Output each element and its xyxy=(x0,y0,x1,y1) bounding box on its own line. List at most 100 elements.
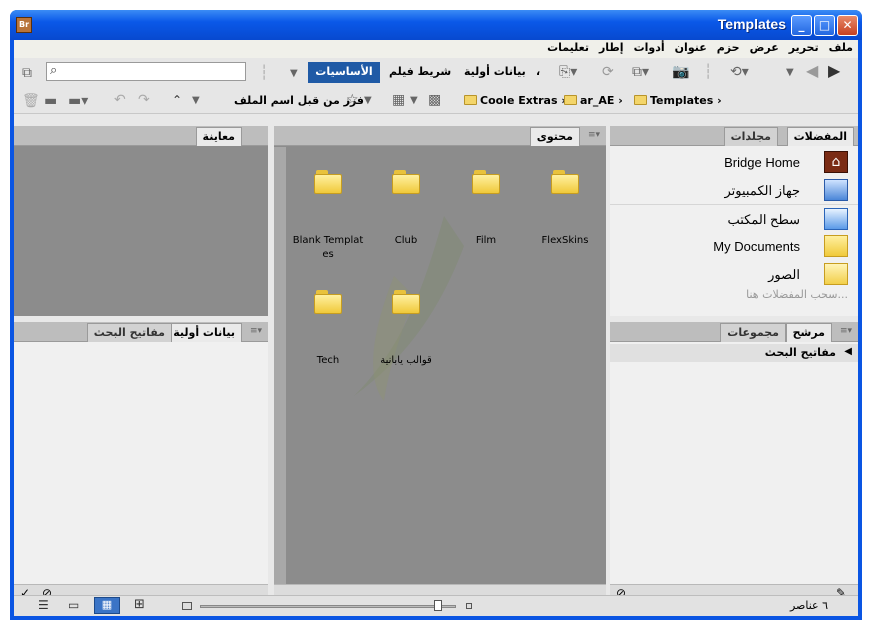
bridge-app-icon[interactable]: Br xyxy=(16,17,32,33)
rotate-left-icon[interactable]: ↶ xyxy=(114,92,126,108)
sort-label[interactable]: فرز من قبل اسم الملف xyxy=(234,94,364,107)
large-thumb-icon[interactable] xyxy=(466,603,472,609)
favorite-label: My Documents xyxy=(713,239,800,254)
favorite-computer[interactable]: جهاز الكمبيوتر xyxy=(610,176,858,204)
metadata-panel: ≡▾ بيانات أولية مفاتيح البحث xyxy=(14,322,268,584)
folder-icon xyxy=(564,95,577,105)
bridge-home-icon: ⌂ xyxy=(824,151,848,173)
workspace-more[interactable]: ، xyxy=(536,65,540,78)
folder-label: قوالب يابانية xyxy=(380,355,432,366)
tab-preview[interactable]: معاينة xyxy=(195,127,242,146)
grid-lock-icon[interactable]: ⊞ xyxy=(134,597,145,613)
new-folder-icon[interactable]: ▬ xyxy=(44,93,57,109)
workspace-essentials[interactable]: الأساسيات xyxy=(308,62,380,83)
favorite-pictures[interactable]: الصور xyxy=(610,260,858,288)
tab-folders[interactable]: مجلدات xyxy=(723,127,778,146)
camera-icon[interactable]: 📷 xyxy=(672,64,689,80)
tab-filter[interactable]: مرشح xyxy=(785,323,832,342)
favorites-panel: المفضلات مجلدات Bridge Home ⌂ جهاز الكمب… xyxy=(610,126,858,316)
rotate-right-icon[interactable]: ↷ xyxy=(138,92,150,108)
menu-label[interactable]: عنوان xyxy=(670,40,712,54)
tab-keywords[interactable]: مفاتيح البحث xyxy=(86,323,172,342)
tab-content[interactable]: محتوى xyxy=(529,127,580,146)
keywords-filter-header[interactable]: مفاتيح البحث ◀ xyxy=(610,344,858,362)
folder-icon xyxy=(824,235,848,257)
menu-view[interactable]: عرض xyxy=(745,40,784,54)
thumbnail-quality-icon[interactable]: ▦ xyxy=(392,92,405,108)
breadcrumb-label: ar_AE xyxy=(580,94,615,107)
quality-dropdown-icon[interactable]: ▼ xyxy=(410,93,418,109)
breadcrumb-templates[interactable]: Templates › xyxy=(634,94,722,107)
minimize-button[interactable]: _ xyxy=(791,15,812,36)
recent-icon[interactable]: ⟲▾ xyxy=(730,64,749,80)
favorite-label: سطح المكتب xyxy=(727,212,800,227)
ascending-icon[interactable]: ⌃ xyxy=(172,92,182,108)
status-bar: ☰ ▭ ▦ ⊞ ٦ عناصر xyxy=(14,595,858,616)
client-area: ملفتحريرعرضحزمعنوانأدواتإطارتعليمات ⧉ ⌕ … xyxy=(14,40,858,616)
rating-dropdown-icon[interactable]: ▼ xyxy=(364,93,372,109)
view-list-icon[interactable]: ☰ xyxy=(38,597,49,613)
view-thumbnails-button[interactable]: ▦ xyxy=(94,597,120,614)
get-photos-icon[interactable]: ⧉▾ xyxy=(632,64,649,80)
panel-menu-icon[interactable]: ≡▾ xyxy=(248,326,264,338)
folder-label: Club xyxy=(394,235,418,246)
menu-edit[interactable]: تحرير xyxy=(784,40,824,54)
workspace-filmstrip[interactable]: شريط فيلم xyxy=(389,65,451,78)
folder-icon xyxy=(472,170,500,194)
favorite-bridge-home[interactable]: Bridge Home ⌂ xyxy=(610,148,858,176)
separator-icon: ┆ xyxy=(260,65,269,81)
tab-collections[interactable]: مجموعات xyxy=(720,323,786,342)
breadcrumb-coole-extras[interactable]: Coole Extras › xyxy=(464,94,566,107)
slider-thumb[interactable] xyxy=(434,600,442,611)
breadcrumb-ar-ae[interactable]: ar_AE › xyxy=(564,94,623,107)
close-button[interactable]: ✕ xyxy=(837,15,858,36)
favorites-tabstrip: المفضلات مجلدات xyxy=(610,126,858,146)
maximize-button[interactable]: □ xyxy=(814,15,835,36)
folder-icon xyxy=(314,290,342,314)
view-details-icon[interactable]: ▭ xyxy=(68,597,79,613)
menu-window[interactable]: إطار xyxy=(594,40,629,54)
open-recent-icon[interactable]: ▬▾ xyxy=(68,93,88,109)
favorite-label: جهاز الكمبيوتر xyxy=(724,183,801,198)
menu-tools[interactable]: أدوات xyxy=(629,40,670,54)
workspace-metadata[interactable]: بيانات أولية xyxy=(464,65,526,78)
favorite-label: Bridge Home xyxy=(724,155,800,170)
application-bar: ⧉ ⌕ ┆ ▼ الأساسيات شريط فيلم بيانات أولية… xyxy=(14,58,858,88)
workspace-dropdown-icon[interactable]: ▼ xyxy=(290,66,298,82)
folder-icon xyxy=(392,170,420,194)
pictures-folder-icon xyxy=(824,263,848,285)
content-tabstrip: ≡▾ محتوى xyxy=(274,126,606,146)
refine-icon[interactable]: ⟳ xyxy=(602,64,614,80)
folder-icon xyxy=(464,95,477,105)
panel-menu-icon[interactable]: ≡▾ xyxy=(838,326,854,338)
panel-menu-icon[interactable]: ≡▾ xyxy=(586,130,602,142)
breadcrumb-label: Coole Extras xyxy=(480,94,558,107)
history-dropdown-icon[interactable]: ▼ xyxy=(786,65,794,81)
delete-icon[interactable]: 🗑 xyxy=(22,93,40,109)
back-arrow-icon[interactable]: ◀ xyxy=(806,63,818,79)
thumbnail-slider[interactable] xyxy=(200,605,456,608)
sort-dropdown-icon[interactable]: ▼ xyxy=(192,93,200,109)
title-bar[interactable]: Br Templates _ □ ✕ xyxy=(10,10,862,40)
small-thumb-icon[interactable] xyxy=(182,602,192,610)
content-scrollbar[interactable] xyxy=(274,147,286,584)
desktop-icon xyxy=(824,208,848,230)
search-input[interactable]: ⌕ xyxy=(46,62,246,81)
menu-file[interactable]: ملف xyxy=(824,40,858,54)
favorite-desktop[interactable]: سطح المكتب xyxy=(610,204,858,232)
preview-panel: معاينة xyxy=(14,126,268,316)
filter-tabstrip: ≡▾ مرشح مجموعات xyxy=(610,322,858,342)
checker-icon[interactable]: ▩ xyxy=(428,92,441,108)
compact-mode-icon[interactable]: ⧉ xyxy=(22,65,32,81)
menu-stacks[interactable]: حزم xyxy=(712,40,745,54)
tab-metadata[interactable]: بيانات أولية xyxy=(166,323,242,342)
star-icon[interactable]: ☆ xyxy=(346,92,359,108)
open-with-icon[interactable]: ⎘▾ xyxy=(559,64,577,80)
window-title: Templates xyxy=(717,16,786,32)
tab-favorites[interactable]: المفضلات xyxy=(786,127,854,146)
expand-arrow-icon[interactable]: ◀ xyxy=(844,346,852,357)
forward-arrow-icon[interactable]: ▶ xyxy=(828,63,840,79)
filter-panel: ≡▾ مرشح مجموعات مفاتيح البحث ◀ xyxy=(610,322,858,584)
favorite-my-documents[interactable]: My Documents xyxy=(610,232,858,260)
menu-help[interactable]: تعليمات xyxy=(542,40,594,54)
